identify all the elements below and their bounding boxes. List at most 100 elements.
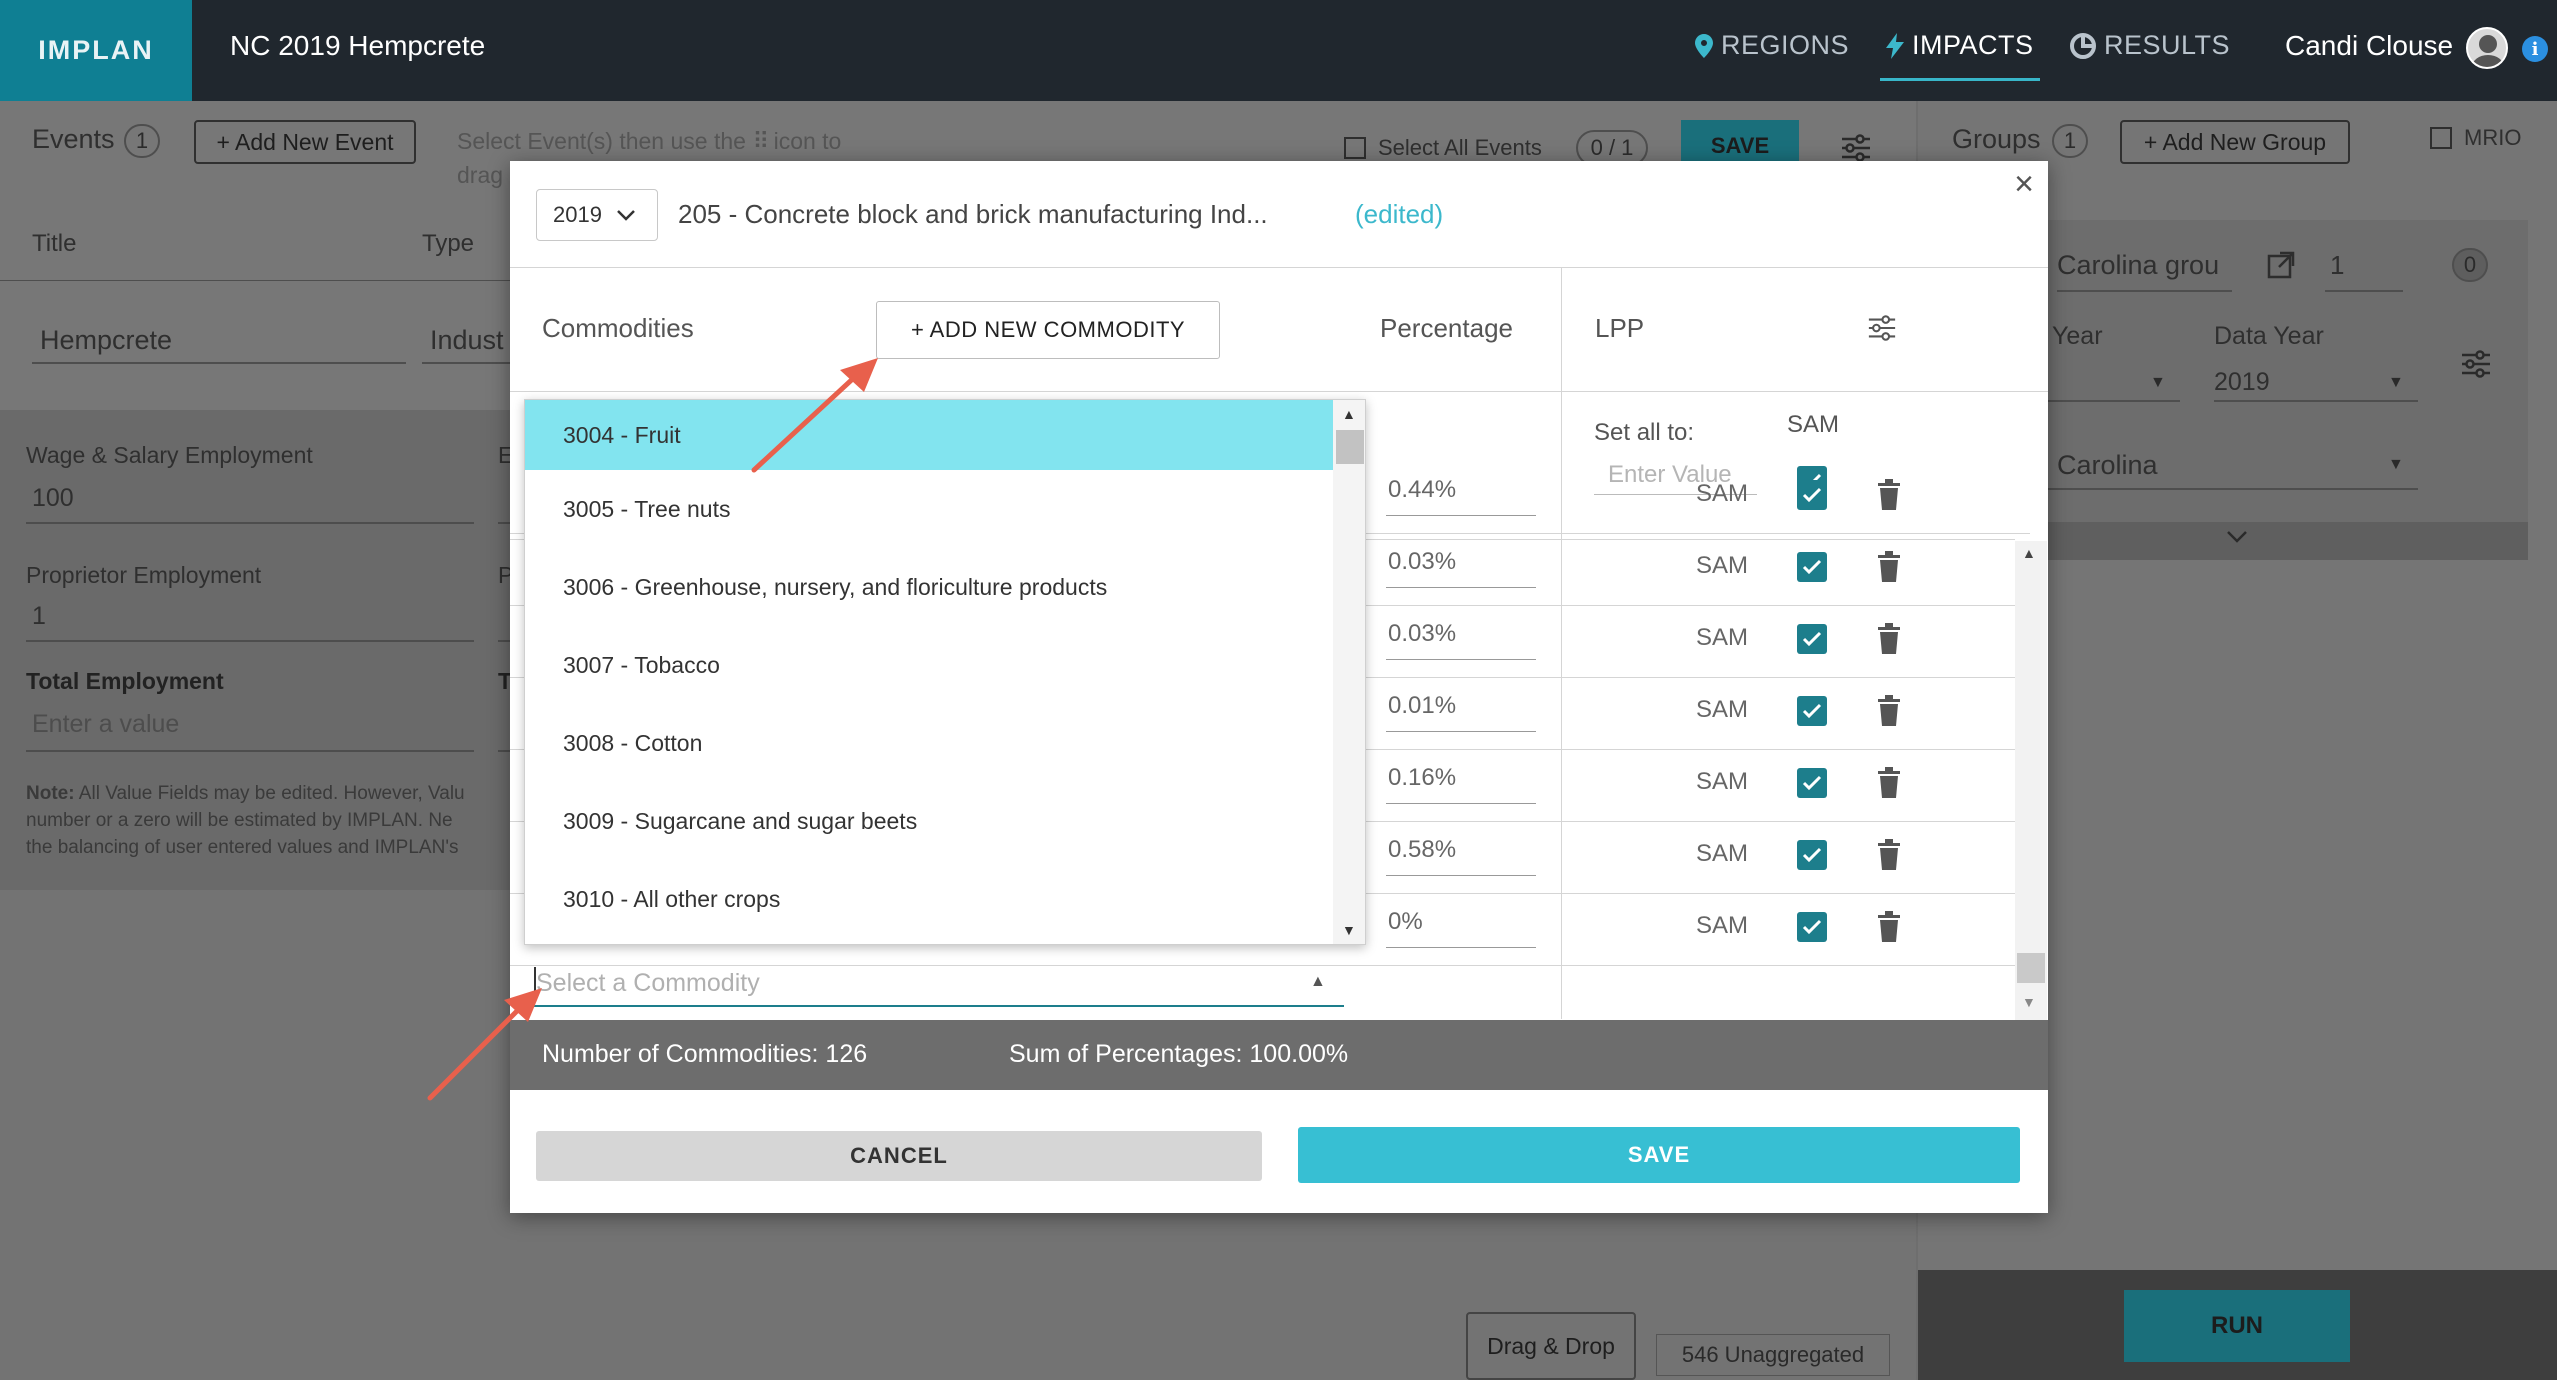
select-all-events-checkbox[interactable] [1344, 137, 1366, 159]
sam-checkbox[interactable] [1797, 840, 1827, 870]
user-name[interactable]: Candi Clouse [2285, 30, 2453, 62]
drag-drop-button[interactable]: Drag & Drop [1466, 1312, 1636, 1380]
select-commodity-input[interactable]: Select a Commodity [534, 963, 1344, 1007]
groups-count-badge: 1 [2052, 124, 2088, 158]
total-employment-label: Total Employment [26, 668, 224, 694]
add-new-commodity-button[interactable]: + ADD NEW COMMODITY [876, 301, 1220, 359]
event-title-value[interactable]: Hempcrete [40, 325, 172, 356]
caret-up-icon[interactable]: ▲ [1310, 973, 1326, 991]
dropdown-scrollbar[interactable] [1333, 400, 1365, 944]
group-number-underline [2325, 290, 2403, 292]
proprietor-employment-input[interactable]: 1 [26, 592, 474, 642]
region-value[interactable]: Carolina [2057, 450, 2158, 481]
scroll-up-icon[interactable]: ▲ [2022, 545, 2036, 561]
lpp-value: SAM [1696, 552, 1749, 579]
lpp-value: SAM [1696, 912, 1749, 939]
wage-employment-input[interactable]: 100 [26, 474, 474, 524]
percentage-input[interactable]: 0.44% [1386, 476, 1536, 516]
sam-checkbox[interactable] [1797, 624, 1827, 654]
percentage-input[interactable]: 0.16% [1386, 764, 1536, 804]
run-button[interactable]: RUN [2124, 1290, 2350, 1362]
table-scroll-thumb[interactable] [2017, 953, 2045, 983]
drag-hint: Select Event(s) then use the ⠿ icon to [457, 128, 841, 155]
region-caret-icon[interactable]: ▼ [2388, 456, 2404, 474]
nav-regions[interactable]: REGIONS [1695, 30, 1849, 61]
total-employment-input[interactable]: Enter a value [26, 700, 474, 752]
mrio-checkbox[interactable] [2430, 127, 2452, 149]
scroll-down-icon[interactable]: ▼ [2022, 994, 2036, 1010]
pie-chart-icon [2070, 32, 2096, 59]
dropdown-option[interactable]: 3004 - Fruit [525, 400, 1333, 470]
trash-icon[interactable] [1877, 550, 1901, 584]
save-button[interactable]: SAVE [1298, 1127, 2020, 1183]
nav-impacts[interactable]: IMPACTS [1886, 30, 2034, 61]
percentage-input[interactable]: 0.01% [1386, 692, 1536, 732]
dropdown-option[interactable]: 3008 - Cotton [525, 704, 1333, 782]
group-number[interactable]: 1 [2330, 250, 2344, 281]
group-settings-icon[interactable] [2460, 348, 2492, 380]
events-label: Events [32, 124, 115, 154]
sam-checkbox[interactable] [1797, 912, 1827, 942]
lpp-value: SAM [1696, 768, 1749, 795]
note-text: Note: All Value Fields may be edited. Ho… [26, 780, 465, 861]
avatar[interactable] [2466, 27, 2508, 69]
dropdown-scroll-thumb[interactable] [1336, 430, 1364, 464]
add-new-group-button[interactable]: + Add New Group [2120, 120, 2350, 164]
dropdown-option[interactable]: 3009 - Sugarcane and sugar beets [525, 782, 1333, 860]
cancel-button[interactable]: CANCEL [536, 1131, 1262, 1181]
wage-employment-label: Wage & Salary Employment [26, 442, 313, 468]
nav-results-label: RESULTS [2104, 30, 2231, 60]
column-title-header: Title [32, 230, 77, 257]
close-icon[interactable]: × [2014, 167, 2034, 201]
year-select[interactable]: 2019 [536, 189, 658, 241]
info-icon[interactable]: i [2522, 36, 2548, 62]
checkmark-icon [1802, 919, 1822, 935]
lpp-settings-icon[interactable] [1867, 313, 1897, 343]
group-badge: 0 [2452, 248, 2488, 282]
proprietor-employment-label: Proprietor Employment [26, 562, 262, 588]
prop-col2-input[interactable] [498, 592, 510, 642]
expand-chevron-icon[interactable] [2226, 530, 2248, 544]
sam-checkbox[interactable] [1797, 480, 1827, 510]
sam-checkbox[interactable] [1797, 768, 1827, 798]
sam-checkbox[interactable] [1797, 696, 1827, 726]
checkmark-icon [1802, 703, 1822, 719]
percentage-input[interactable]: 0.58% [1386, 836, 1536, 876]
trash-icon[interactable] [1877, 766, 1901, 800]
trash-icon[interactable] [1877, 622, 1901, 656]
trash-icon[interactable] [1877, 478, 1901, 512]
trash-icon[interactable] [1877, 838, 1901, 872]
add-new-event-button[interactable]: + Add New Event [194, 120, 416, 164]
implan-logo[interactable]: IMPLAN [0, 0, 192, 101]
wage-col2-input[interactable] [498, 474, 510, 524]
total-col2-input[interactable] [498, 700, 510, 752]
lpp-value: SAM [1696, 840, 1749, 867]
sum-percentages: Sum of Percentages: 100.00% [1009, 1040, 1349, 1068]
dropdown-option[interactable]: 3006 - Greenhouse, nursery, and floricul… [525, 548, 1333, 626]
percentage-input[interactable]: 0% [1386, 908, 1536, 948]
trash-icon[interactable] [1877, 694, 1901, 728]
dropdown-scroll-up-icon[interactable]: ▲ [1342, 406, 1356, 422]
nav-results[interactable]: RESULTS [2070, 30, 2230, 61]
event-year-caret-icon[interactable]: ▼ [2150, 374, 2166, 392]
dropdown-option[interactable]: 3005 - Tree nuts [525, 470, 1333, 548]
note-label: Note: [26, 783, 75, 804]
percentage-input[interactable]: 0.03% [1386, 548, 1536, 588]
event-type-value[interactable]: Indust [430, 325, 504, 356]
sam-checkbox[interactable] [1797, 552, 1827, 582]
dropdown-option[interactable]: 3007 - Tobacco [525, 626, 1333, 704]
group-name[interactable]: Carolina grou [2057, 250, 2219, 281]
lpp-value: SAM [1696, 696, 1749, 723]
data-year-value[interactable]: 2019 [2214, 368, 2270, 397]
dropdown-option[interactable]: 3010 - All other crops [525, 860, 1333, 938]
checkmark-icon [1802, 487, 1822, 503]
dropdown-scroll-down-icon[interactable]: ▼ [1342, 922, 1356, 938]
percentage-input[interactable]: 0.03% [1386, 620, 1536, 660]
project-title: NC 2019 Hempcrete [230, 30, 486, 61]
table-scrollbar[interactable] [2015, 541, 2047, 1021]
open-external-icon[interactable] [2266, 250, 2296, 280]
num-commodities: Number of Commodities: 126 [542, 1040, 868, 1068]
trash-icon[interactable] [1877, 910, 1901, 944]
filter-settings-icon[interactable] [1840, 132, 1872, 164]
data-year-caret-icon[interactable]: ▼ [2388, 374, 2404, 392]
